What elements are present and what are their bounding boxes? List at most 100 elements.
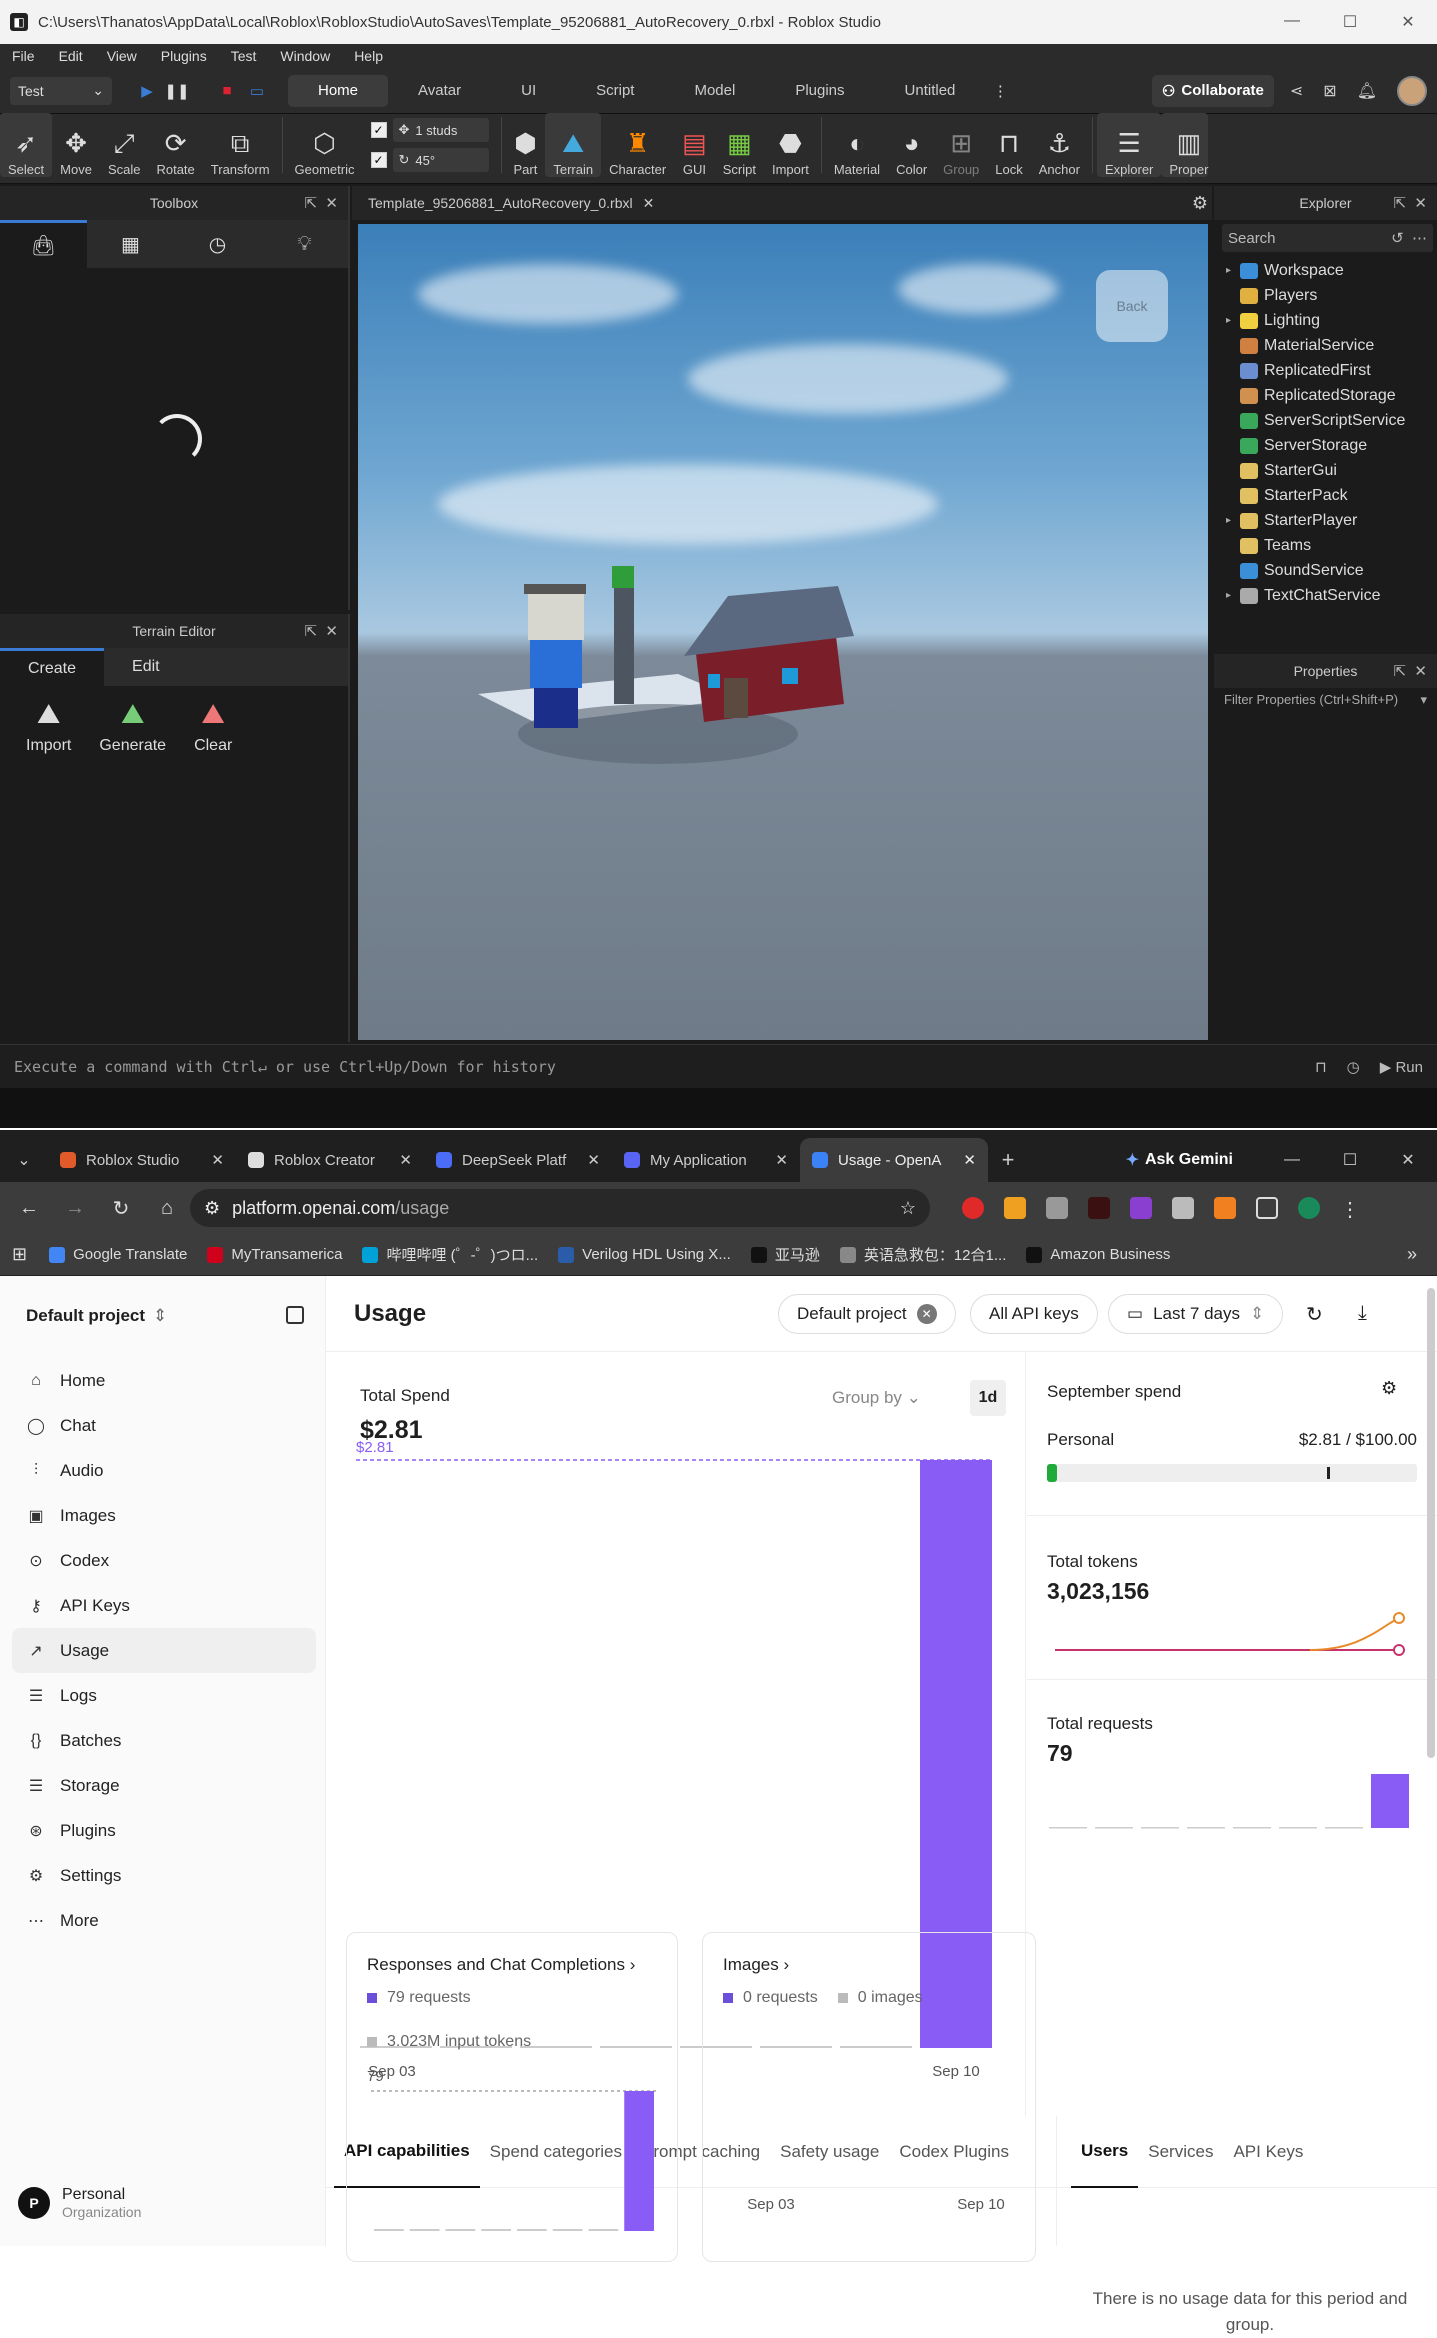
panel-controls[interactable]: ⇱ ✕ <box>305 194 338 212</box>
home-icon[interactable]: ⌂ <box>144 1197 190 1220</box>
explorer-item[interactable]: StarterGui <box>1214 458 1437 483</box>
sidebar-item-plugins[interactable]: ⊛ Plugins <box>12 1808 316 1853</box>
tab-services[interactable]: Services <box>1138 2116 1223 2188</box>
extension-icon[interactable] <box>1046 1197 1068 1219</box>
panel-controls[interactable]: ⇱ ✕ <box>1394 194 1427 212</box>
bookmark[interactable]: 亚马逊 <box>741 1244 830 1265</box>
gear-icon[interactable]: ⚙ <box>1381 1378 1397 1399</box>
command-input[interactable]: Execute a command with Ctrl↵ or use Ctrl… <box>0 1058 1315 1076</box>
refresh-icon[interactable]: ↻ <box>1306 1302 1323 1327</box>
scale-tool[interactable]: ⤢ Scale <box>100 113 149 177</box>
rotate-snap-input[interactable]: ↻ 45° <box>392 148 489 172</box>
import-tool[interactable]: ⬣ Import <box>764 113 817 177</box>
address-bar[interactable]: ⚙ platform.openai.com/usage ☆ <box>190 1189 930 1227</box>
terrain-import-button[interactable]: ⛰ Import <box>26 698 71 755</box>
transform-tool[interactable]: ⧉ Transform <box>203 113 278 177</box>
scrollbar[interactable] <box>1427 1288 1435 1758</box>
team-create-icon[interactable]: ⊠ <box>1323 81 1336 101</box>
history-icon[interactable]: ↺ ⋯ <box>1391 229 1427 247</box>
date-range-pill[interactable]: ▭ Last 7 days ⇕ <box>1108 1294 1284 1334</box>
clock-icon[interactable]: ◷ <box>174 220 261 268</box>
move-snap-input[interactable]: ✥ 1 studs <box>392 118 489 142</box>
mode-select[interactable]: Test ⌄ <box>10 76 112 105</box>
ask-gemini-button[interactable]: ✦ Ask Gemini <box>1126 1138 1263 1182</box>
profile-icon[interactable] <box>1298 1197 1320 1219</box>
close-icon[interactable]: ✕ <box>211 1151 224 1169</box>
tab-create[interactable]: Create <box>0 648 105 686</box>
apps-grid-icon[interactable]: ⊞ <box>0 1244 39 1265</box>
reload-icon[interactable]: ↻ <box>98 1196 144 1221</box>
bookmark[interactable]: 哔哩哔哩 (゜-゜)つロ... <box>352 1244 548 1265</box>
explorer-item[interactable]: Teams <box>1214 533 1437 558</box>
tab-model[interactable]: Model <box>664 75 765 107</box>
clear-icon[interactable]: ✕ <box>916 1304 937 1324</box>
sidebar-item-storage[interactable]: ☰ Storage <box>12 1763 316 1808</box>
group-tool[interactable]: ⊞ Group <box>935 113 987 177</box>
share-icon[interactable]: ⋖ <box>1290 81 1303 101</box>
panel-controls[interactable]: ⇱ ✕ <box>1394 662 1427 680</box>
explorer-item[interactable]: ServerStorage <box>1214 433 1437 458</box>
move-tool[interactable]: ✥ Move <box>52 113 100 177</box>
explorer-item[interactable]: ▸ Workspace <box>1214 258 1437 283</box>
sidebar-item-audio[interactable]: ⫶ Audio <box>12 1448 316 1493</box>
chevron-right-icon[interactable]: ▸ <box>1226 515 1240 526</box>
extension-icon[interactable] <box>1088 1197 1110 1219</box>
3d-scene[interactable]: Back <box>358 224 1208 1040</box>
organization-switcher[interactable]: P Personal Organization <box>18 2186 141 2220</box>
bell-icon[interactable]: 🔔︎ <box>1357 81 1377 101</box>
menu-plugins[interactable]: Plugins <box>149 48 219 64</box>
sidebar-item-logs[interactable]: ☰ Logs <box>12 1673 316 1718</box>
chevron-right-icon[interactable]: ▸ <box>1226 265 1240 276</box>
play-icon[interactable]: ▶ <box>132 82 162 100</box>
sidebar-item-api-keys[interactable]: ⚷ API Keys <box>12 1583 316 1628</box>
lightbulb-icon[interactable]: 💡︎ <box>261 220 348 268</box>
gui-tool[interactable]: ▤ GUI <box>674 113 715 177</box>
maximize-icon[interactable]: ☐ <box>1321 1150 1379 1170</box>
sidebar-item-more[interactable]: ⋯ More <box>12 1898 316 1943</box>
tab-ui[interactable]: UI <box>491 75 566 107</box>
explorer-item[interactable]: ▸ StarterPlayer <box>1214 508 1437 533</box>
viewport-tab[interactable]: Template_95206881_AutoRecovery_0.rbxl ✕ ⚙ <box>352 186 1212 220</box>
more-vert-icon[interactable]: ⋮ <box>1340 1197 1360 1221</box>
rotate-tool[interactable]: ⟳ Rotate <box>148 113 202 177</box>
explorer-item[interactable]: Players <box>1214 283 1437 308</box>
explorer-item[interactable]: ReplicatedFirst <box>1214 358 1437 383</box>
extension-icon[interactable] <box>1172 1197 1194 1219</box>
menu-test[interactable]: Test <box>219 48 269 64</box>
sidebar-item-batches[interactable]: {} Batches <box>12 1718 316 1763</box>
bookmark[interactable]: 英语急救包：12合1... <box>830 1244 1017 1265</box>
menu-edit[interactable]: Edit <box>47 48 95 64</box>
browser-tab[interactable]: Roblox Studio ✕ <box>48 1138 236 1182</box>
tab-api-keys[interactable]: API Keys <box>1223 2116 1313 2188</box>
sidebar-item-settings[interactable]: ⚙ Settings <box>12 1853 316 1898</box>
images-card[interactable]: Images › 0 requests 0 images Sep 03 Sep 10 <box>702 1932 1036 2262</box>
menu-help[interactable]: Help <box>342 48 395 64</box>
gear-icon[interactable]: ⚙ <box>1192 193 1208 214</box>
geometric-tool[interactable]: ⬡ Geometric <box>287 113 363 177</box>
tab-search-icon[interactable]: ⌄ <box>0 1138 48 1182</box>
anchor-tool[interactable]: ⚓︎ Anchor <box>1031 113 1088 177</box>
extension-icon[interactable] <box>1130 1197 1152 1219</box>
client-server-icon[interactable]: ▭ <box>242 82 272 100</box>
chevron-right-icon[interactable]: ▸ <box>1226 315 1240 326</box>
new-tab-icon[interactable]: + <box>988 1138 1028 1182</box>
terrain-generate-button[interactable]: ⛰ Generate <box>99 698 166 755</box>
rss-icon[interactable] <box>1214 1197 1236 1219</box>
explorer-item[interactable]: SoundService <box>1214 558 1437 583</box>
sidebar-item-home[interactable]: ⌂ Home <box>12 1358 316 1403</box>
properties-tool[interactable]: ▥ Proper <box>1161 113 1209 177</box>
forward-arrow-icon[interactable]: → <box>52 1197 98 1220</box>
bookmark[interactable]: Google Translate <box>39 1244 197 1265</box>
panel-controls[interactable]: ⇱ ✕ <box>305 622 338 640</box>
chevron-right-icon[interactable]: ▸ <box>1226 590 1240 601</box>
bookmark-icon[interactable]: ⊓ <box>1315 1058 1327 1076</box>
sidebar-item-images[interactable]: ▣ Images <box>12 1493 316 1538</box>
download-icon[interactable]: ⤓ <box>1358 1302 1367 1325</box>
tab-users[interactable]: Users <box>1071 2116 1139 2188</box>
menu-view[interactable]: View <box>95 48 149 64</box>
bookmark[interactable]: Amazon Business <box>1016 1244 1180 1265</box>
properties-filter-input[interactable]: Filter Properties (Ctrl+Shift+P) ▾ <box>1214 688 1437 714</box>
explorer-item[interactable]: StarterPack <box>1214 483 1437 508</box>
explorer-item[interactable]: ▸ Lighting <box>1214 308 1437 333</box>
explorer-item[interactable]: ▸ TextChatService <box>1214 583 1437 608</box>
